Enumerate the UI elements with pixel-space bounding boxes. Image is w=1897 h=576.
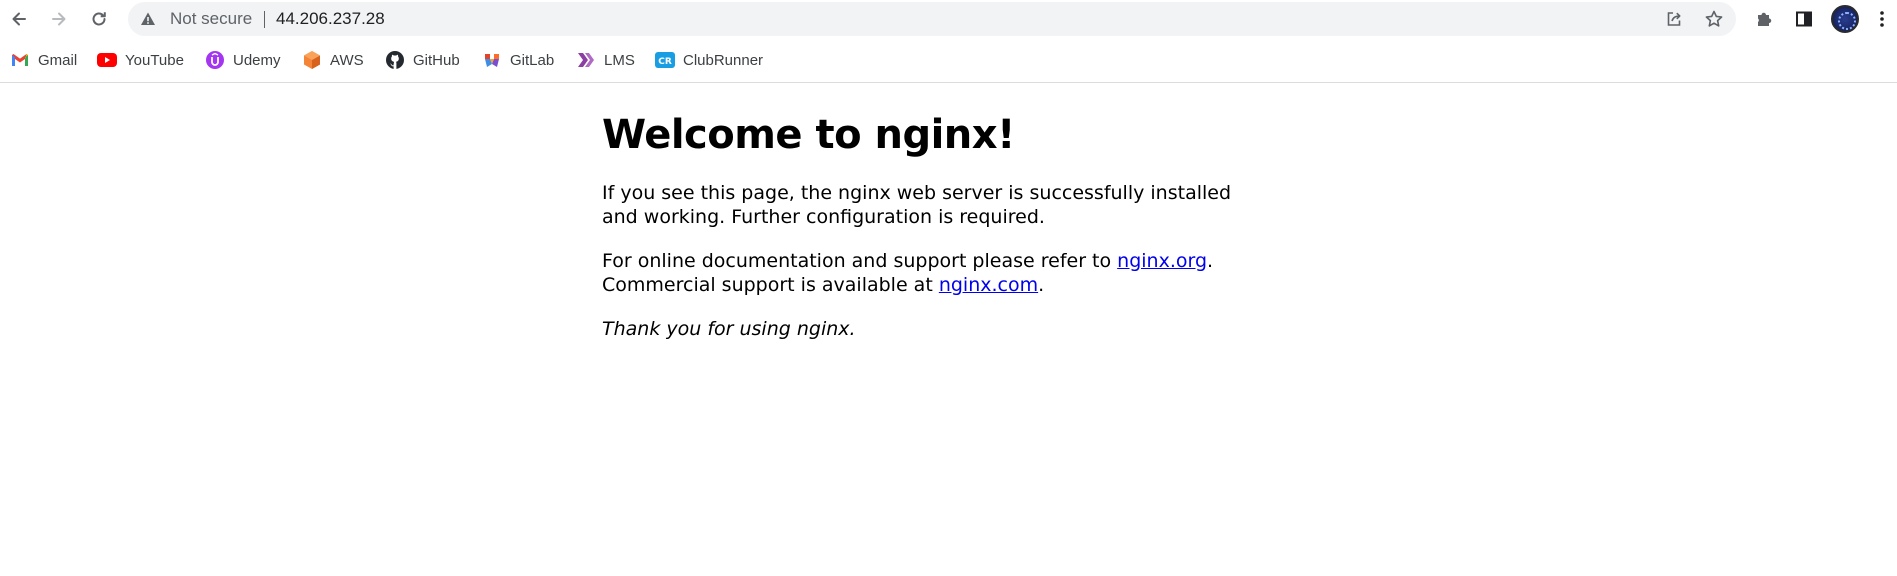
bookmark-github[interactable]: GitHub xyxy=(385,42,460,78)
star-icon xyxy=(1705,10,1723,27)
support-period: . xyxy=(1207,250,1214,272)
bookmark-label: Gmail xyxy=(38,51,78,69)
side-panel-button[interactable] xyxy=(1788,3,1820,35)
bookmark-lms[interactable]: LMS xyxy=(576,42,635,78)
arrow-left-icon xyxy=(12,12,26,26)
page-content: Welcome to nginx! If you see this page, … xyxy=(602,83,1242,361)
back-button[interactable] xyxy=(3,3,35,35)
bookmark-gitlab[interactable]: GitLab xyxy=(482,42,554,78)
browser-toolbar: Not secure 44.206.237.28 xyxy=(0,0,1897,38)
bookmark-udemy[interactable]: Udemy xyxy=(205,42,281,78)
gmail-icon xyxy=(10,50,30,70)
bookmark-star-button[interactable] xyxy=(1700,5,1728,33)
clubrunner-icon: CR xyxy=(655,50,675,70)
url-text[interactable]: 44.206.237.28 xyxy=(276,2,385,36)
thanks-paragraph: Thank you for using nginx. xyxy=(602,317,1242,341)
bookmark-gmail[interactable]: Gmail xyxy=(10,42,77,78)
security-status[interactable]: Not secure xyxy=(170,2,252,36)
bookmark-label: AWS xyxy=(330,51,364,69)
bookmark-aws[interactable]: AWS xyxy=(302,42,364,78)
bookmark-label: ClubRunner xyxy=(683,51,764,69)
profile-avatar[interactable] xyxy=(1831,5,1859,33)
forward-button[interactable] xyxy=(43,3,75,35)
bookmark-label: LMS xyxy=(604,51,635,69)
address-bar[interactable]: Not secure 44.206.237.28 xyxy=(128,2,1736,36)
kebab-menu-icon xyxy=(1880,11,1884,27)
youtube-icon xyxy=(97,50,117,70)
share-button[interactable] xyxy=(1660,5,1688,33)
bookmark-label: GitLab xyxy=(510,51,555,69)
reload-icon xyxy=(92,12,106,26)
arrow-right-icon xyxy=(52,12,66,26)
github-icon xyxy=(385,50,405,70)
omnibox-separator xyxy=(264,11,265,28)
bookmark-label: Udemy xyxy=(233,51,281,69)
gitlab-icon xyxy=(482,50,502,70)
svg-text:CR: CR xyxy=(658,57,672,67)
side-panel-icon xyxy=(1796,11,1812,27)
menu-button[interactable] xyxy=(1870,3,1894,35)
reload-button[interactable] xyxy=(83,3,115,35)
page-title: Welcome to nginx! xyxy=(602,112,1015,158)
bookmarks-bar: Gmail YouTube Udemy AWS GitHub GitLab LM… xyxy=(0,42,1897,78)
warning-icon xyxy=(141,12,155,25)
nginx-org-link[interactable]: nginx.org xyxy=(1117,250,1207,272)
extensions-button[interactable] xyxy=(1748,3,1780,35)
commercial-period: . xyxy=(1038,274,1045,296)
support-paragraph: For online documentation and support ple… xyxy=(602,249,1242,297)
intro-paragraph: If you see this page, the nginx web serv… xyxy=(602,182,1232,228)
bookmark-label: YouTube xyxy=(125,51,184,69)
bookmark-youtube[interactable]: YouTube xyxy=(97,42,184,78)
puzzle-icon xyxy=(1758,12,1772,26)
lms-icon xyxy=(576,50,596,70)
bookmark-label: GitHub xyxy=(413,51,460,69)
aws-icon xyxy=(302,50,322,70)
share-icon xyxy=(1667,12,1681,26)
support-text: For online documentation and support ple… xyxy=(602,250,1118,272)
thanks-text: Thank you for using nginx. xyxy=(602,318,856,340)
udemy-icon xyxy=(205,50,225,70)
bookmark-clubrunner[interactable]: CR ClubRunner xyxy=(655,42,763,78)
nginx-com-link[interactable]: nginx.com xyxy=(939,274,1038,296)
commercial-text: Commercial support is available at xyxy=(602,274,939,296)
